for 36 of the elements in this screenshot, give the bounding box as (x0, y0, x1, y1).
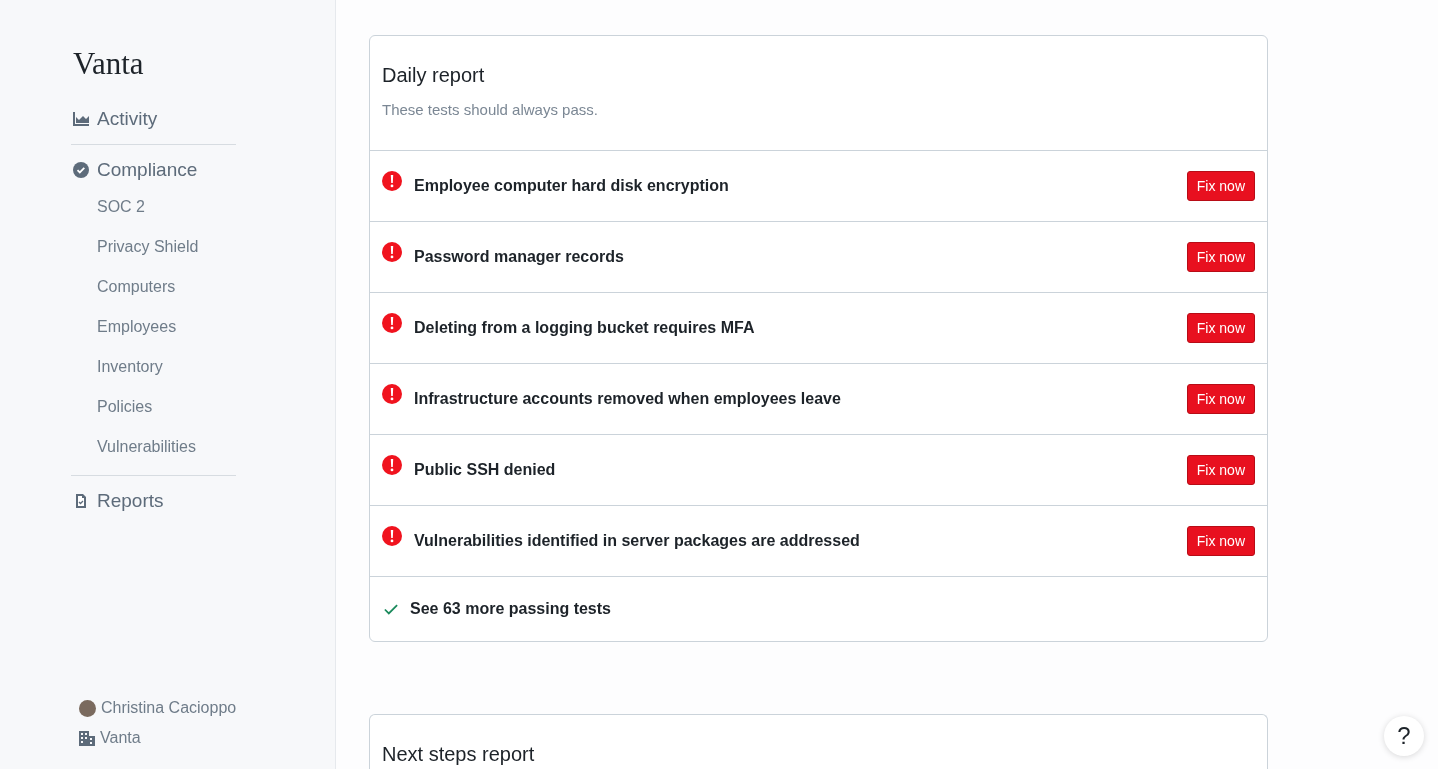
fix-now-button[interactable]: Fix now (1186, 242, 1255, 272)
nav-item[interactable]: Activity (71, 102, 335, 136)
fix-now-button[interactable]: Fix now (1186, 455, 1255, 485)
avatar-icon (79, 699, 96, 717)
card-subtitle: These tests should always pass. (382, 101, 599, 118)
document-icon (73, 493, 89, 509)
user-name[interactable]: Christina Cacioppo (101, 699, 237, 717)
test-name: Vulnerabilities identified in server packages are addressed (414, 532, 861, 550)
nav-subitem[interactable]: Computers (71, 267, 335, 307)
help-button[interactable]: ? (1384, 716, 1424, 756)
check-icon (384, 603, 398, 615)
test-name: Infrastructure accounts removed when employees leave (414, 390, 842, 408)
nav-subitem[interactable]: Policies (71, 387, 335, 427)
check-circle-icon (73, 162, 89, 178)
logo: Vanta (73, 45, 145, 83)
chart-icon (73, 111, 89, 127)
test-name: Public SSH denied (414, 461, 557, 479)
nav-item[interactable]: Reports (71, 484, 335, 518)
test-name: Deleting from a logging bucket requires MFA (414, 319, 756, 337)
nav-subitem[interactable]: SOC 2 (71, 187, 335, 227)
card-title: Daily report (382, 64, 486, 87)
organization-name[interactable]: Vanta (100, 729, 141, 747)
passing-tests-link[interactable]: See 63 more passing tests (410, 600, 611, 618)
fix-now-button[interactable]: Fix now (1186, 171, 1255, 201)
nav-item[interactable]: Compliance (71, 153, 335, 187)
nav-subitem[interactable]: Privacy Shield (71, 227, 335, 267)
nav-subitem[interactable]: Inventory (71, 347, 335, 387)
card-title: Next steps report (382, 743, 536, 765)
building-icon (79, 730, 95, 746)
test-name: Password manager records (414, 248, 625, 266)
nav-subitem[interactable]: Employees (71, 307, 335, 347)
nav-subitem[interactable]: Vulnerabilities (71, 427, 335, 467)
fix-now-button[interactable]: Fix now (1186, 313, 1255, 343)
test-name: Employee computer hard disk encryption (414, 177, 730, 195)
fix-now-button[interactable]: Fix now (1186, 384, 1255, 414)
fix-now-button[interactable]: Fix now (1186, 526, 1255, 556)
